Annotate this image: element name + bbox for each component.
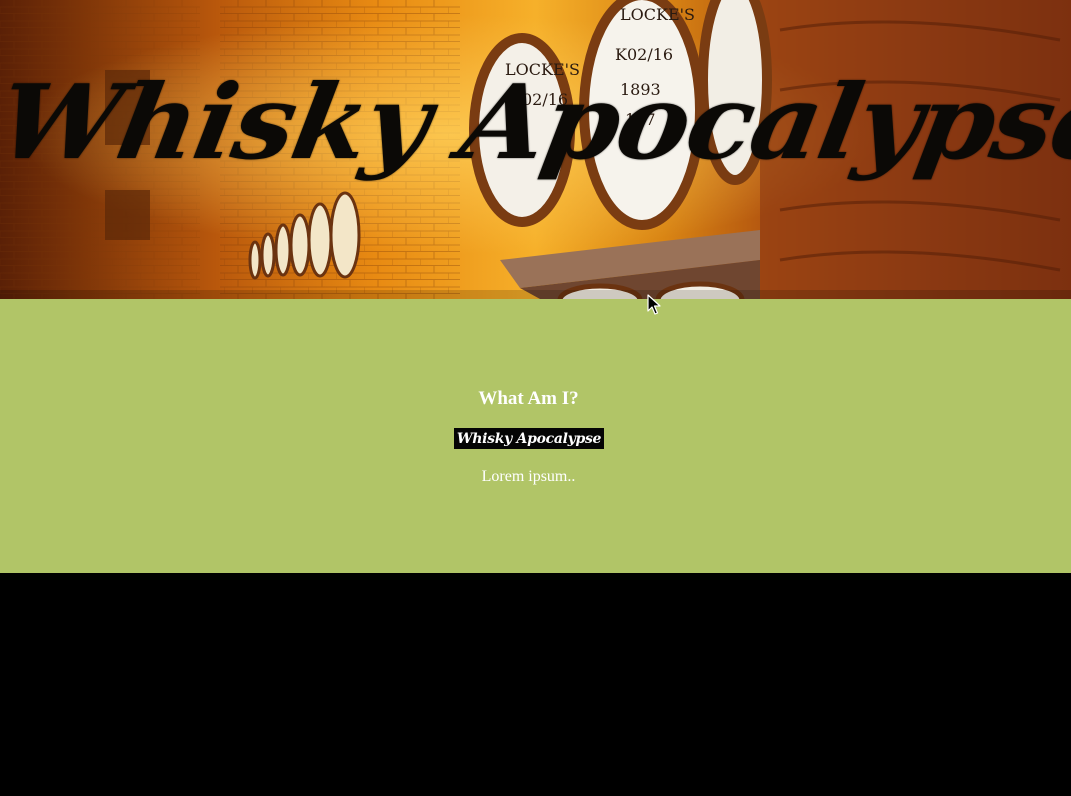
- hero-banner: LOCKE'S K02/16 LOCKE'S K02/16 1893 197 W…: [0, 0, 1071, 299]
- about-heading: What Am I?: [478, 388, 579, 409]
- about-body-text: Lorem ipsum..: [481, 468, 576, 485]
- logo-image: Whisky Apocalypse: [454, 428, 604, 449]
- svg-text:LOCKE'S: LOCKE'S: [620, 5, 695, 24]
- hero-title: Whisky Apocalypse: [0, 63, 1071, 183]
- svg-text:K02/16: K02/16: [615, 45, 673, 64]
- page: LOCKE'S K02/16 LOCKE'S K02/16 1893 197 W…: [0, 0, 1071, 796]
- footer: [0, 573, 1071, 796]
